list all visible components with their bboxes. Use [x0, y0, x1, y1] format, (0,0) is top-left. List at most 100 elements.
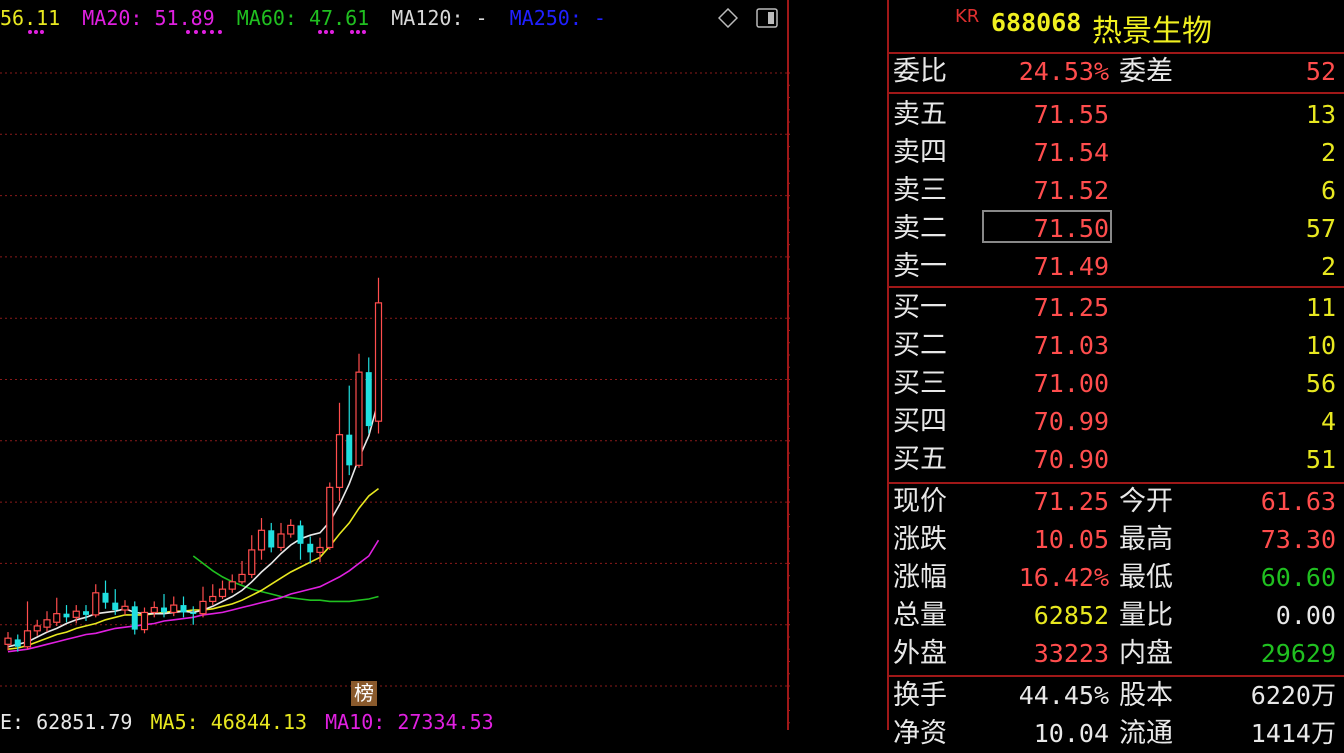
candle-body [121, 605, 129, 611]
buy-level-1[interactable]: 买一 71.25 11 [887, 289, 1344, 327]
candlestick[interactable] [287, 519, 295, 538]
kline-chart[interactable]: 56.11 MA20: 51.89 MA60: 47.61 MA120: - M… [0, 0, 790, 730]
panel-toggle-icon[interactable] [756, 8, 778, 28]
candlestick[interactable] [150, 601, 158, 618]
stat-row[interactable]: 净资 10.04 流通 1414万 [887, 715, 1344, 753]
candlestick[interactable] [307, 536, 314, 564]
candle-body [72, 610, 80, 618]
candle-body [287, 524, 295, 535]
candlestick[interactable] [365, 357, 372, 434]
sell-level-1[interactable]: 卖一 71.49 2 [887, 248, 1344, 286]
stat-row-value2: 6220万 [1250, 681, 1336, 710]
candle-body [23, 630, 32, 648]
candlestick[interactable] [14, 634, 21, 652]
candlestick[interactable] [374, 277, 383, 434]
buy-level-5-qty: 51 [1305, 445, 1336, 474]
ma120-value: MA120: - [391, 6, 488, 30]
candle-body [43, 619, 51, 628]
price-plot[interactable] [0, 0, 790, 730]
diamond-icon[interactable] [718, 8, 738, 28]
candle-body [365, 372, 372, 427]
buy-level-1-label: 买一 [893, 292, 947, 323]
candlestick[interactable] [326, 482, 334, 550]
sell-level-4[interactable]: 卖四 71.54 2 [887, 134, 1344, 172]
stat-row-label: 涨幅 [893, 562, 947, 593]
candlestick[interactable] [238, 560, 246, 585]
candlestick[interactable] [131, 601, 138, 635]
buy-level-3[interactable]: 买三 71.00 56 [887, 365, 1344, 403]
stat-row[interactable]: 换手 44.45% 股本 6220万 [887, 677, 1344, 715]
candlestick[interactable] [297, 520, 304, 560]
buy-level-4-price: 70.99 [1033, 407, 1109, 436]
quote-panel: 委比 24.53% 委差 52 卖五 71.55 13 卖四 71.54 2 卖三 71.52… [887, 0, 1344, 749]
candlestick[interactable] [180, 596, 187, 618]
stat-row[interactable]: 总量 62852 量比 0.00 [887, 597, 1344, 635]
stat-row-label2: 最高 [1119, 524, 1173, 555]
sell-level-2[interactable]: 卖二 71.50 57 [887, 210, 1344, 248]
candle-body [14, 639, 21, 647]
buy-level-5-price: 70.90 [1033, 445, 1109, 474]
candlestick[interactable] [277, 522, 285, 552]
candle-body [150, 606, 158, 614]
candle-body [326, 486, 334, 549]
candlestick[interactable] [190, 606, 197, 625]
buy-level-4[interactable]: 买四 70.99 4 [887, 403, 1344, 441]
candlestick[interactable] [4, 632, 12, 651]
stat-row[interactable]: 现价 71.25 今开 61.63 [887, 483, 1344, 521]
candle-body [33, 625, 41, 632]
stat-row-value: 71.25 [1033, 487, 1109, 516]
buy-level-3-price: 71.00 [1033, 369, 1109, 398]
candlestick[interactable] [248, 535, 256, 579]
sell-level-5-label: 卖五 [893, 99, 947, 130]
sell-level-4-label: 卖四 [893, 137, 947, 168]
candlestick[interactable] [199, 586, 207, 618]
stat-row-label: 净资 [893, 718, 947, 749]
stat-row-label: 现价 [893, 486, 947, 517]
stat-row[interactable]: 涨跌 10.05 最高 73.30 [887, 521, 1344, 559]
stat-row-value2: 73.30 [1260, 525, 1336, 554]
sell-level-4-qty: 2 [1320, 138, 1336, 167]
sell-level-5[interactable]: 卖五 71.55 13 [887, 96, 1344, 134]
candle-body [199, 600, 207, 615]
sell-level-3-price: 71.52 [1033, 176, 1109, 205]
stat-row-value: 10.04 [1033, 719, 1109, 748]
buy-level-4-qty: 4 [1320, 407, 1336, 436]
order-ratio-row: 委比 24.53% 委差 52 [887, 53, 1344, 91]
candlestick[interactable] [355, 353, 363, 468]
candlestick[interactable] [43, 611, 51, 633]
candle-body [4, 637, 12, 645]
buy-level-5[interactable]: 买五 70.90 51 [887, 441, 1344, 479]
candlestick[interactable] [335, 402, 344, 501]
sell-level-3[interactable]: 卖三 71.52 6 [887, 172, 1344, 210]
candle-body [131, 606, 138, 630]
candlestick[interactable] [228, 574, 236, 593]
candlestick[interactable] [268, 522, 275, 553]
candlestick[interactable] [92, 584, 100, 618]
candlestick[interactable] [218, 580, 227, 599]
candlestick[interactable] [102, 580, 109, 609]
candle-body [170, 604, 178, 614]
candlestick[interactable] [140, 607, 149, 634]
ranking-badge[interactable]: 榜 [351, 681, 377, 706]
candle-body [112, 602, 119, 610]
stat-row-value: 16.42% [1018, 563, 1109, 592]
candlestick[interactable] [23, 601, 32, 650]
buy-level-2[interactable]: 买二 71.03 10 [887, 327, 1344, 365]
candlestick[interactable] [257, 518, 266, 560]
candlestick[interactable] [33, 619, 41, 636]
candlestick[interactable] [121, 600, 129, 615]
candlestick[interactable] [53, 597, 61, 626]
stat-row[interactable]: 外盘 33223 内盘 29629 [887, 635, 1344, 673]
stat-row-value2: 0.00 [1275, 601, 1336, 630]
stat-row-value: 33223 [1033, 639, 1109, 668]
buy-level-1-price: 71.25 [1033, 293, 1109, 322]
candlestick[interactable] [63, 605, 70, 623]
stat-row[interactable]: 涨幅 16.42% 最低 60.60 [887, 559, 1344, 597]
stat-row-label2: 股本 [1119, 680, 1173, 711]
sell-level-3-qty: 6 [1320, 176, 1336, 205]
vol-ma5-value: MA5: 46844.13 [150, 710, 308, 730]
candlestick[interactable] [209, 584, 217, 606]
buy-level-2-label: 买二 [893, 330, 947, 361]
candlestick[interactable] [346, 385, 353, 476]
candle-body [209, 595, 217, 603]
